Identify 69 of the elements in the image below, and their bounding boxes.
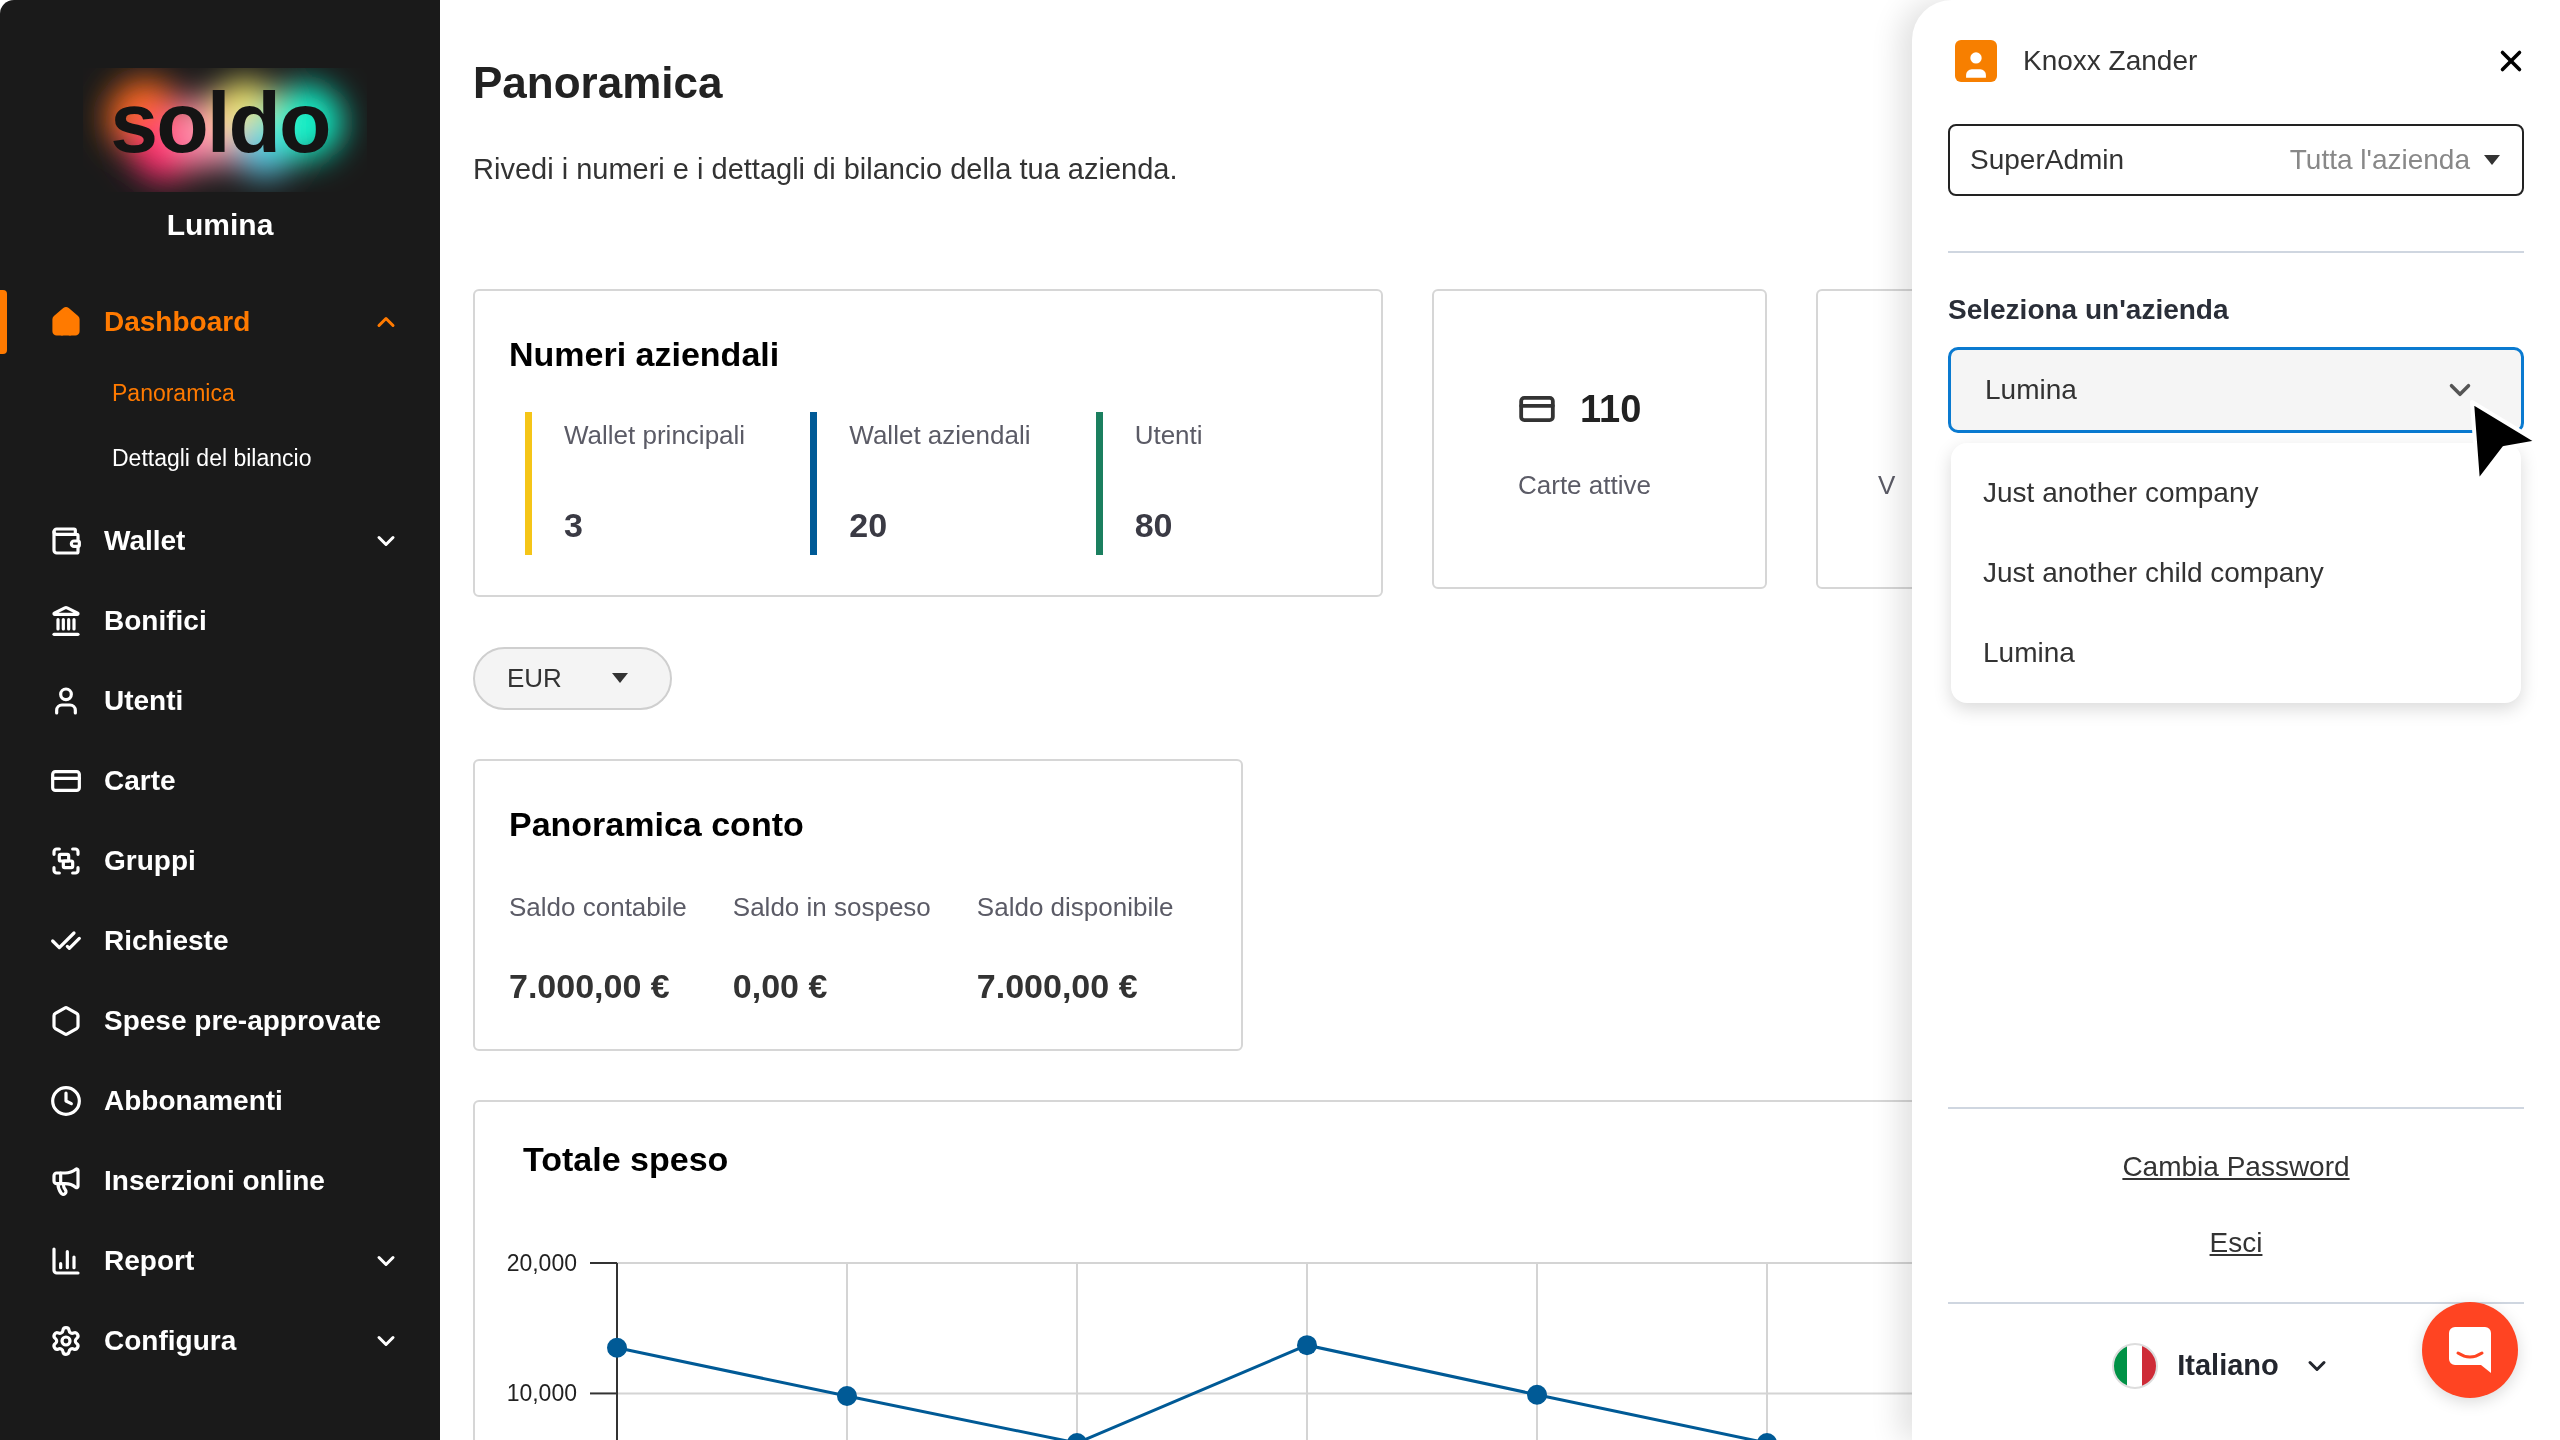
data-point [1527,1384,1547,1405]
clock-icon [50,1085,82,1117]
nav-item[interactable]: Richieste [0,901,440,981]
data-point [837,1385,857,1406]
card-title: Numeri aziendali [509,333,781,375]
nav-subitem[interactable]: Panoramica [112,376,440,411]
caret-icon [612,673,628,683]
avatar-icon [1955,40,1997,82]
data-point [1297,1334,1317,1355]
data-point [1757,1432,1777,1440]
metric-value: 80 [1134,504,1174,546]
bank-icon [50,605,82,637]
hexagon-icon [50,1005,82,1037]
currency-select[interactable]: EUR [473,646,672,710]
nav-item[interactable]: Dashboard [0,282,440,362]
page-title: Panoramica [473,57,724,109]
card-title: Totale speso [522,1139,730,1179]
metric-label: Utenti [1134,418,1203,452]
nav-item[interactable]: Abbonamenti [0,1061,440,1141]
wallet-icon [50,525,82,557]
tick-label: 20,000 [506,1249,577,1276]
nav-item[interactable]: Spese pre-approvate [0,981,440,1061]
chat-icon [2449,1327,2491,1373]
data-point [607,1337,627,1358]
data-point [1067,1432,1087,1440]
nav-item[interactable]: Configura [0,1301,440,1381]
role-select[interactable]: SuperAdmin Tutta l'azienda [1948,124,2524,196]
dropdown-option[interactable]: Just another child company [1951,533,2521,613]
nav-item[interactable]: Carte [0,741,440,821]
dropdown-option[interactable]: Lumina [1951,613,2521,693]
language-select[interactable]: Italiano [2111,1342,2331,1390]
metric-label: Wallet principali [564,418,746,452]
metric-label: Wallet aziendali [849,418,1031,452]
metric-value: 20 [849,504,889,546]
caret-icon [2484,155,2500,165]
stat-label: V [1878,468,1897,502]
nav-item[interactable]: Utenti [0,661,440,741]
nav-item[interactable]: Wallet [0,501,440,581]
nav-item[interactable]: Report [0,1221,440,1301]
panel-link[interactable]: Esci [2209,1222,2263,1264]
scope-text: Tutta l'azienda [2289,143,2470,177]
group-icon [50,845,82,877]
metric-value: 3 [564,504,584,546]
stat-label: Carte attive [1518,468,1652,502]
panel-link[interactable]: Cambia Password [2122,1146,2350,1188]
tick-label: 10,000 [506,1379,577,1406]
bar-chart-icon [50,1245,82,1277]
balance-label: Saldo in sospeso [732,890,931,924]
gear-icon [50,1325,82,1357]
nav-item[interactable]: Inserzioni online [0,1141,440,1221]
page-subtitle: Rivedi i numeri e i dettagli di bilancio della tua azienda. [473,152,1179,187]
card-title: Panoramica conto [509,803,805,845]
balance-value: 7.000,00 € [509,965,671,1007]
nav-subitem[interactable]: Dettagli del bilancio [112,440,440,475]
home-icon [50,306,82,338]
balance-label: Saldo contabile [509,890,687,924]
balance-value: 7.000,00 € [976,965,1139,1007]
italian-flag-icon [2111,1342,2160,1390]
megaphone-icon [50,1165,82,1197]
balance-label: Saldo disponibile [976,890,1174,924]
nav-item[interactable]: Bonifici [0,581,440,661]
user-name: Knoxx Zander [2023,44,2199,78]
stat-value: 110 [1580,386,1642,432]
company-select[interactable]: Lumina [1948,347,2524,433]
balance-value: 0,00 € [732,965,829,1007]
field-label: Seleziona un'azienda [1948,293,2230,327]
nav-item[interactable]: Gruppi [0,821,440,901]
company-name: Lumina [165,207,275,243]
dropdown-option[interactable]: Just another company [1951,453,2521,533]
